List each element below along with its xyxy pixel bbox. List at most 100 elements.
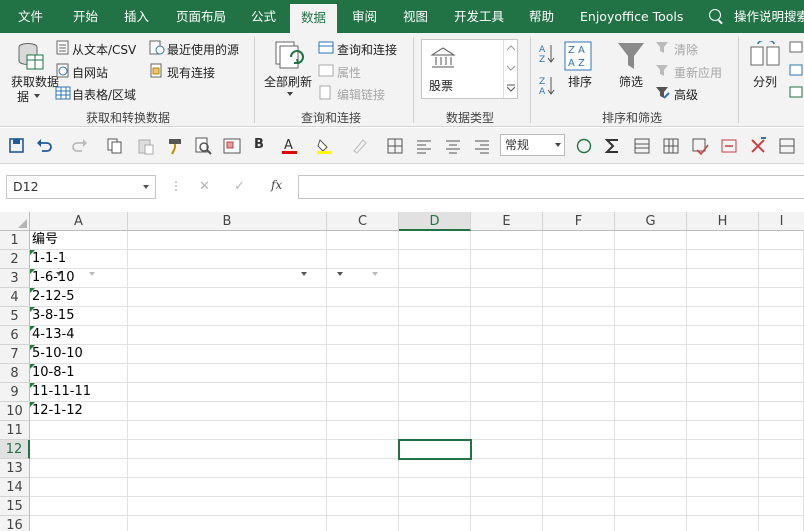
grid-cell[interactable] (615, 516, 687, 531)
properties-button[interactable]: 属性 (337, 64, 361, 81)
save-icon[interactable] (8, 137, 26, 155)
get-data-sub-label[interactable]: 据 (17, 88, 29, 105)
grid-cell[interactable] (543, 269, 615, 288)
column-header-h[interactable]: H (687, 212, 759, 231)
grid-cell[interactable] (128, 478, 327, 497)
advanced-filter-button[interactable]: 高级 (674, 86, 698, 103)
grid-cell[interactable] (615, 326, 687, 345)
delete-sheet-icon[interactable] (720, 137, 738, 155)
copy-icon[interactable] (106, 137, 124, 155)
grid-cell[interactable] (128, 345, 327, 364)
grid-cell[interactable] (543, 478, 615, 497)
row-header[interactable]: 5 (0, 307, 30, 326)
grid-cell[interactable] (615, 383, 687, 402)
tab-review[interactable]: 审阅 (352, 0, 377, 33)
tab-view[interactable]: 视图 (403, 0, 428, 33)
grid-cell[interactable] (471, 516, 543, 531)
grid-cell[interactable] (615, 478, 687, 497)
column-header-i[interactable]: I (759, 212, 804, 231)
grid-cell[interactable] (399, 345, 471, 364)
grid-cell[interactable] (128, 269, 327, 288)
grid-cell[interactable] (128, 288, 327, 307)
grid-cell[interactable] (687, 440, 759, 459)
grid-cell[interactable] (399, 307, 471, 326)
grid-cell[interactable] (471, 231, 543, 250)
grid-cell[interactable] (687, 478, 759, 497)
edit-icon[interactable] (351, 137, 369, 155)
get-data-icon[interactable] (13, 39, 45, 73)
cell-a5[interactable]: 3-8-15 (30, 307, 128, 326)
grid-cell[interactable] (471, 421, 543, 440)
grid-cell[interactable] (399, 402, 471, 421)
grid-cell[interactable] (471, 307, 543, 326)
text-to-columns-button[interactable]: 分列 (753, 73, 777, 90)
grid-cell[interactable] (759, 288, 804, 307)
sheet-icon[interactable] (778, 137, 796, 155)
tab-home[interactable]: 开始 (73, 0, 98, 33)
grid-cell[interactable] (471, 478, 543, 497)
cell-a9[interactable]: 11-11-11 (30, 383, 128, 402)
grid-cell[interactable] (327, 440, 399, 459)
grid-cell[interactable] (327, 402, 399, 421)
cell-a12[interactable] (30, 440, 128, 459)
grid-cell[interactable] (615, 345, 687, 364)
grid-cell[interactable] (327, 231, 399, 250)
grid-cell[interactable] (759, 383, 804, 402)
cell-a10[interactable]: 12-1-12 (30, 402, 128, 421)
sort-descending-icon[interactable]: ZA (538, 75, 556, 97)
grid-cell[interactable] (128, 421, 327, 440)
grid-cell[interactable] (327, 364, 399, 383)
existing-connections-button[interactable]: 现有连接 (167, 64, 215, 81)
grid-cell[interactable] (327, 288, 399, 307)
grid-cell[interactable] (543, 440, 615, 459)
chevron-down-icon[interactable] (507, 65, 515, 71)
grid-cell[interactable] (759, 516, 804, 531)
cell-a16[interactable] (30, 516, 128, 531)
circle-shape-icon[interactable] (575, 137, 593, 155)
grid-icon[interactable] (662, 137, 680, 155)
data-types-gallery[interactable]: 股票 (421, 39, 518, 99)
tab-data[interactable]: 数据 (290, 4, 338, 33)
grid-cell[interactable] (543, 497, 615, 516)
grid-cell[interactable] (128, 402, 327, 421)
grid-cell[interactable] (399, 231, 471, 250)
chevron-down-icon[interactable] (143, 185, 149, 189)
grid-cell[interactable] (399, 497, 471, 516)
grid-cell[interactable] (615, 231, 687, 250)
chevron-up-icon[interactable] (507, 45, 515, 51)
bold-button[interactable]: B (254, 137, 264, 152)
grid-cell[interactable] (687, 250, 759, 269)
grid-cell[interactable] (759, 497, 804, 516)
grid-cell[interactable] (471, 364, 543, 383)
grid-cell[interactable] (471, 402, 543, 421)
select-all-corner[interactable] (0, 212, 30, 231)
grid-cell[interactable] (471, 288, 543, 307)
row-header[interactable]: 13 (0, 459, 30, 478)
grid-cell[interactable] (399, 288, 471, 307)
grid-cell[interactable] (471, 497, 543, 516)
column-header-c[interactable]: C (327, 212, 399, 231)
grid-cell[interactable] (759, 478, 804, 497)
grid-cell[interactable] (615, 288, 687, 307)
queries-connections-button[interactable]: 查询和连接 (337, 41, 397, 58)
clear-filter-button[interactable]: 清除 (674, 41, 698, 58)
grid-cell[interactable] (399, 364, 471, 383)
grid-cell[interactable] (543, 364, 615, 383)
grid-cell[interactable] (327, 421, 399, 440)
column-header-e[interactable]: E (471, 212, 543, 231)
cell-a13[interactable] (30, 459, 128, 478)
grid-cell[interactable] (759, 345, 804, 364)
column-header-a[interactable]: A (30, 212, 128, 231)
grid-cell[interactable] (471, 440, 543, 459)
grid-cell[interactable] (399, 459, 471, 478)
reapply-button[interactable]: 重新应用 (674, 64, 722, 81)
tab-page-layout[interactable]: 页面布局 (176, 0, 226, 33)
grid-cell[interactable] (128, 364, 327, 383)
row-header[interactable]: 7 (0, 345, 30, 364)
grid-cell[interactable] (471, 326, 543, 345)
tab-developer[interactable]: 开发工具 (454, 0, 504, 33)
row-header[interactable]: 14 (0, 478, 30, 497)
grid-cell[interactable] (687, 269, 759, 288)
grid-cell[interactable] (615, 307, 687, 326)
table-icon[interactable] (633, 137, 651, 155)
